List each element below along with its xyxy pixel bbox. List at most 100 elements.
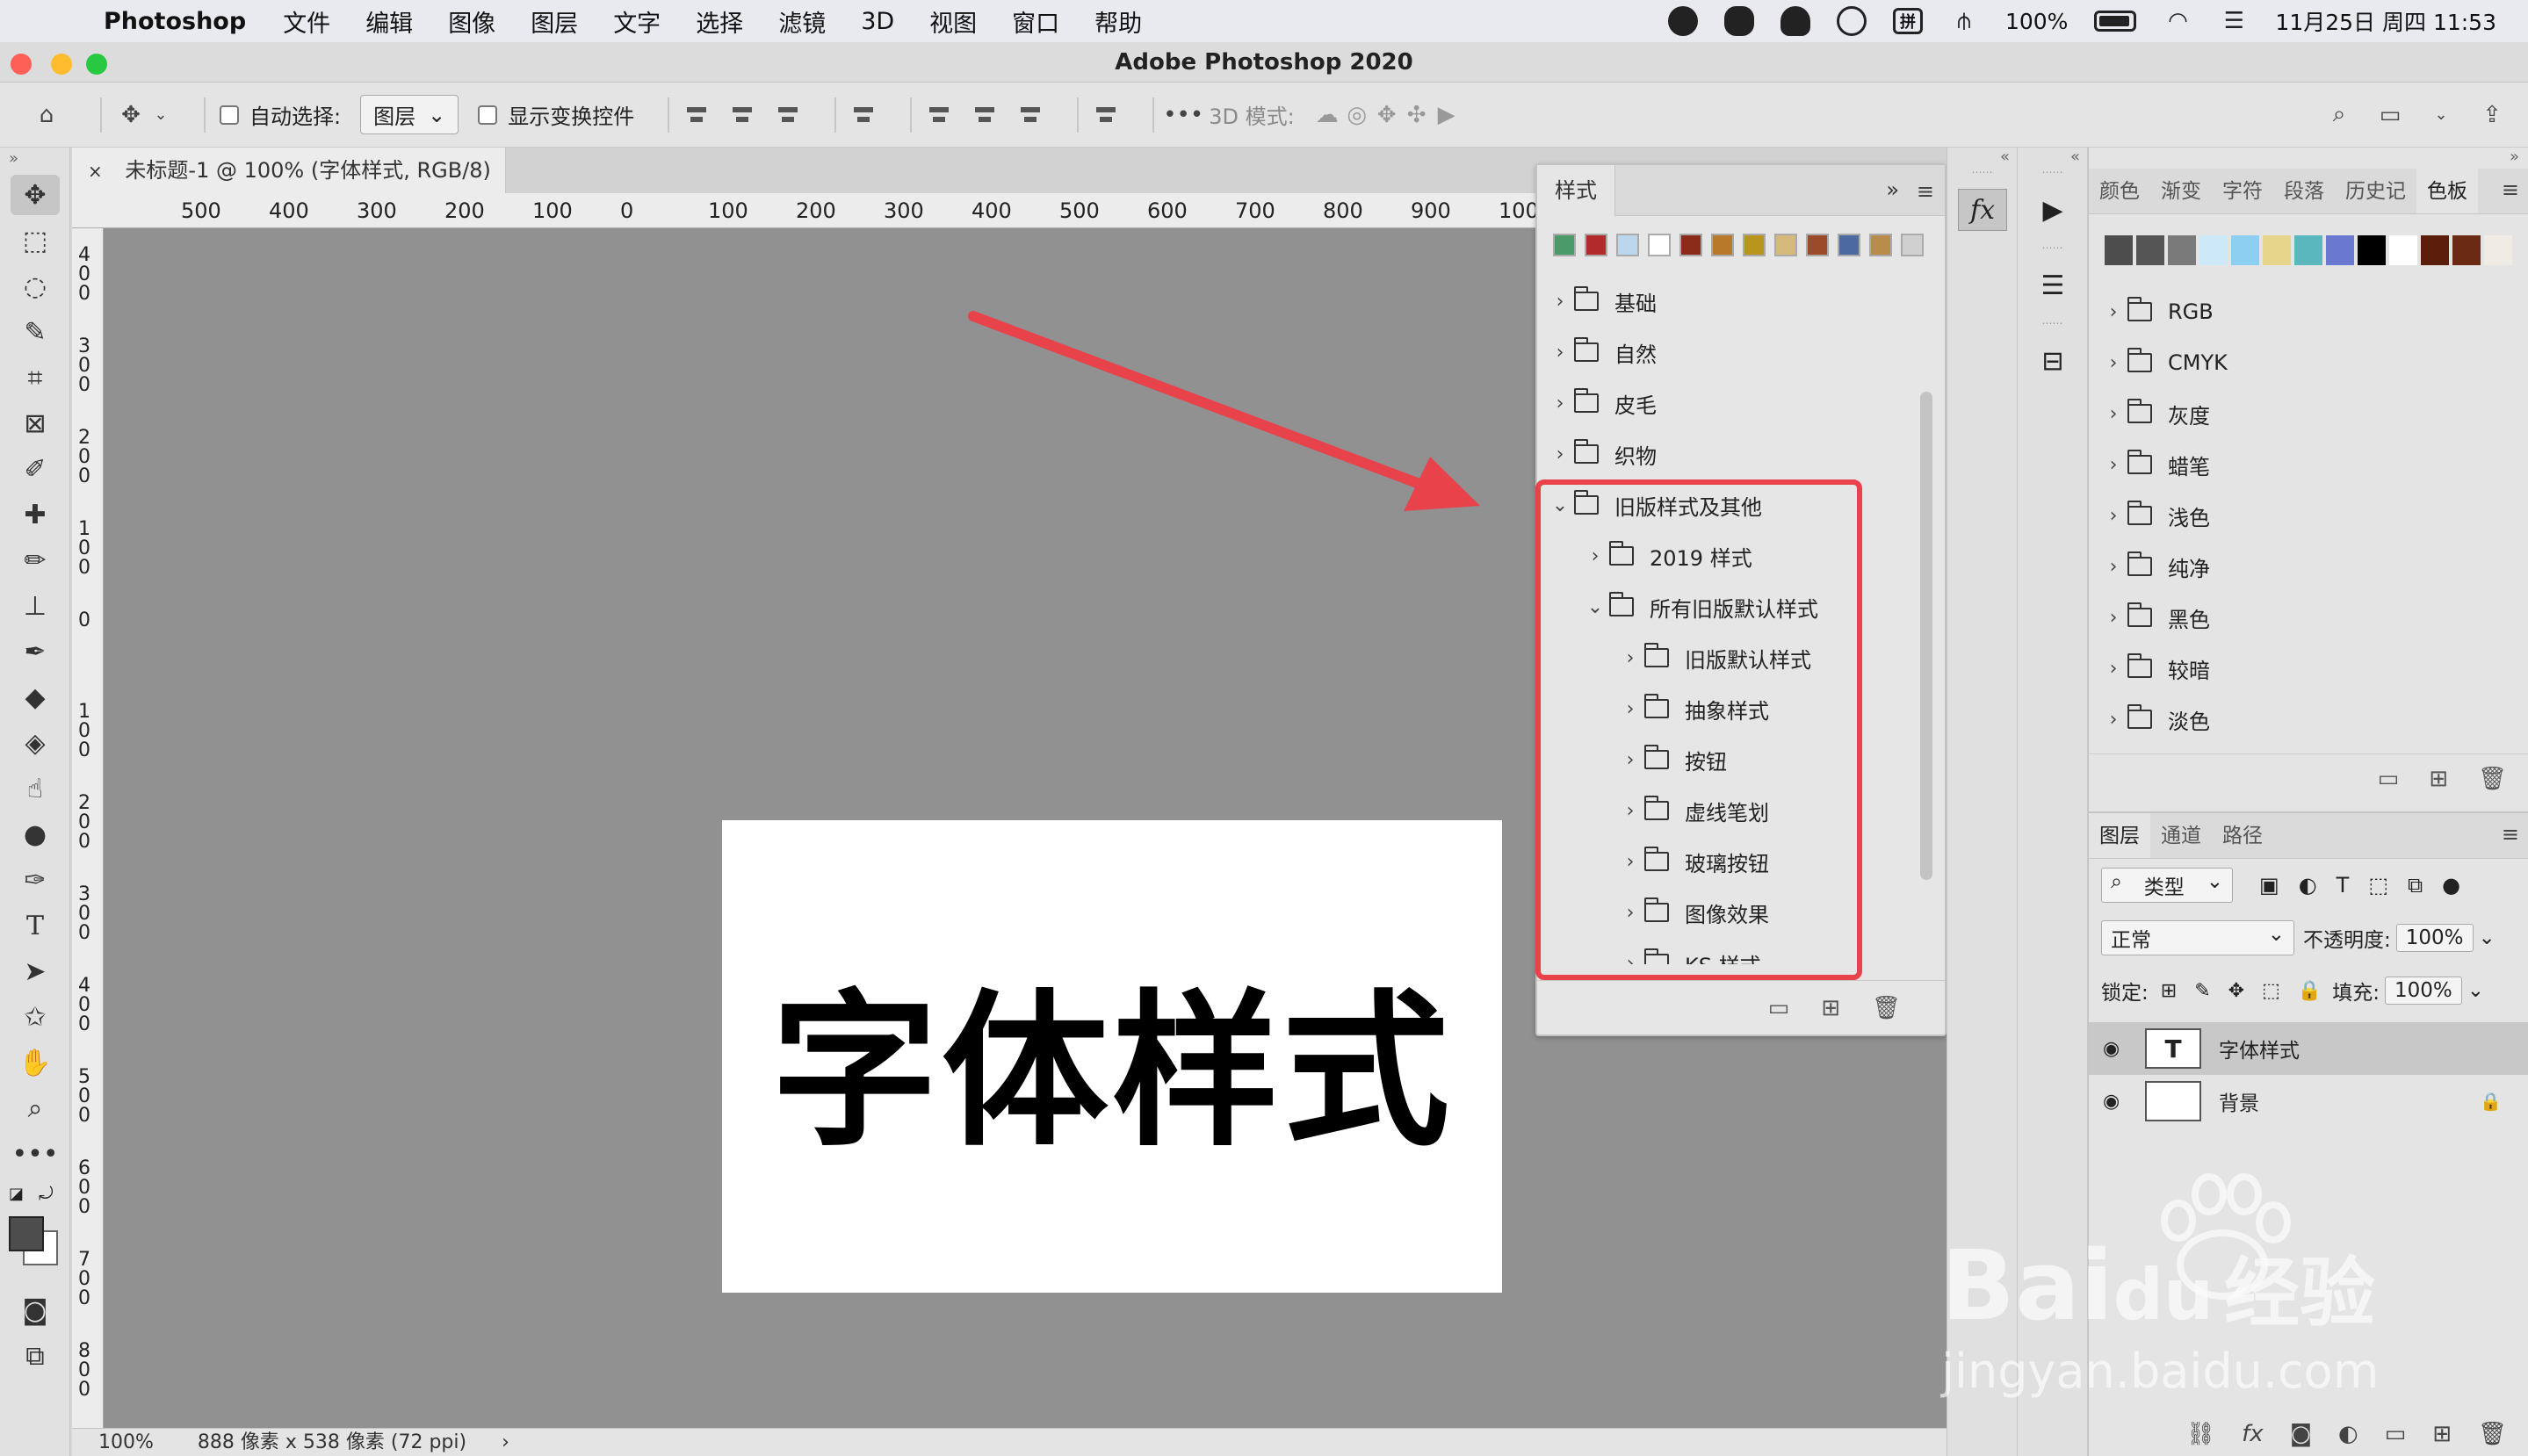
chevron-right-icon[interactable]: › bbox=[1551, 393, 1569, 414]
zoom-tool-icon[interactable]: ⌕ bbox=[11, 1088, 60, 1128]
menu-window[interactable]: 窗口 bbox=[1012, 4, 1059, 39]
style-swatch[interactable] bbox=[1806, 234, 1829, 256]
style-swatch[interactable] bbox=[1774, 234, 1797, 256]
menu-select[interactable]: 选择 bbox=[696, 4, 743, 39]
chevron-right-icon[interactable]: › bbox=[1551, 443, 1569, 465]
swatch-folder-item[interactable]: › 纯净 bbox=[2089, 541, 2528, 592]
link-layers-icon[interactable]: ⛓ bbox=[2186, 1421, 2215, 1447]
tab-styles[interactable]: 样式 bbox=[1537, 164, 1615, 216]
menu-type[interactable]: 文字 bbox=[613, 4, 661, 39]
more-options-icon[interactable]: ••• bbox=[1163, 100, 1203, 130]
swatch-folder-item[interactable]: › 灰度 bbox=[2089, 388, 2528, 439]
chevron-right-icon[interactable]: › bbox=[2105, 658, 2122, 680]
chevron-right-icon[interactable]: › bbox=[1622, 698, 1639, 720]
align-center-h-icon[interactable] bbox=[729, 102, 755, 128]
quick-select-tool-icon[interactable]: ✎ bbox=[11, 312, 60, 352]
screen-mode-icon[interactable]: ⧉ bbox=[11, 1336, 60, 1376]
style-folder-item[interactable]: › 基础 bbox=[1537, 276, 1945, 327]
tab-paths[interactable]: 路径 bbox=[2212, 813, 2273, 858]
healing-tool-icon[interactable]: ✚ bbox=[11, 494, 60, 535]
style-swatch[interactable] bbox=[1553, 234, 1576, 256]
collapse-icon[interactable]: « bbox=[1947, 148, 2017, 166]
align-bottom-icon[interactable] bbox=[1017, 102, 1044, 128]
style-swatch[interactable] bbox=[1679, 234, 1702, 256]
panel-menu-icon[interactable]: ≡ bbox=[1917, 179, 1934, 204]
home-icon[interactable]: ⌂ bbox=[32, 100, 61, 130]
panel-menu-icon[interactable]: ≡ bbox=[2502, 177, 2519, 202]
antenna-icon[interactable]: ⫛ bbox=[1949, 6, 1979, 36]
swatch-folder-item[interactable]: › RGB bbox=[2089, 286, 2528, 337]
filter-pixel-icon[interactable]: ▣ bbox=[2259, 873, 2279, 897]
color-swatch[interactable] bbox=[2389, 235, 2417, 265]
orbit-3d-icon[interactable]: ☁ bbox=[1312, 100, 1342, 130]
battery-icon[interactable] bbox=[2094, 11, 2137, 32]
chevron-right-icon[interactable]: › bbox=[2105, 709, 2122, 731]
delete-swatch-icon[interactable]: 🗑 bbox=[2478, 766, 2507, 792]
brush-settings-icon[interactable]: ☰ bbox=[2028, 264, 2077, 306]
color-swatch[interactable] bbox=[2168, 235, 2196, 265]
chevron-right-icon[interactable]: › bbox=[2105, 352, 2122, 374]
default-colors-icon[interactable]: ◪ bbox=[9, 1185, 24, 1203]
actions-play-icon[interactable]: ▶ bbox=[2028, 189, 2077, 231]
show-transform-checkbox[interactable] bbox=[478, 105, 498, 125]
menu-help[interactable]: 帮助 bbox=[1094, 4, 1142, 39]
paint-bucket-tool-icon[interactable]: ◈ bbox=[11, 723, 60, 763]
stamp-tool-icon[interactable]: ⊥ bbox=[11, 586, 60, 626]
menu-filter[interactable]: 滤镜 bbox=[778, 4, 826, 39]
filter-shape-icon[interactable]: ⬚ bbox=[2368, 873, 2388, 897]
app-menu[interactable]: Photoshop bbox=[104, 8, 246, 35]
style-swatch[interactable] bbox=[1743, 234, 1766, 256]
distribute-h-icon[interactable] bbox=[850, 102, 877, 128]
swatch-folder-item[interactable]: › 较暗 bbox=[2089, 643, 2528, 694]
tab-history[interactable]: 历史记 bbox=[2335, 169, 2416, 213]
layer-filter-dropdown[interactable]: ⌕ 类型 ⌄ bbox=[2101, 868, 2233, 903]
style-folder-item[interactable]: › KS 样式 bbox=[1537, 938, 1945, 964]
text-layer-thumbnail[interactable]: T bbox=[2145, 1028, 2201, 1069]
swatch-folder-item[interactable]: › 黑色 bbox=[2089, 592, 2528, 643]
layer-style-fx-icon[interactable]: fx bbox=[2242, 1421, 2264, 1447]
eye-visibility-icon[interactable]: ◉ bbox=[2103, 1038, 2129, 1060]
swatch-folder-item[interactable]: › 淡色 bbox=[2089, 694, 2528, 745]
menu-image[interactable]: 图像 bbox=[448, 4, 495, 39]
chevron-right-icon[interactable]: › bbox=[1622, 749, 1639, 771]
new-swatch-icon[interactable]: ⊞ bbox=[2429, 766, 2448, 792]
input-method-icon[interactable]: 拼 bbox=[1892, 8, 1923, 34]
close-tab-icon[interactable]: × bbox=[88, 161, 103, 182]
menu-layer[interactable]: 图层 bbox=[531, 4, 578, 39]
chevron-right-icon[interactable]: › bbox=[2105, 607, 2122, 629]
style-swatch[interactable] bbox=[1648, 234, 1671, 256]
chevron-right-icon[interactable]: › bbox=[1622, 647, 1639, 669]
chevron-down-icon[interactable]: ⌄ bbox=[1551, 494, 1569, 516]
foreground-color-swatch[interactable] bbox=[9, 1216, 44, 1251]
zoom-window-button[interactable] bbox=[86, 54, 107, 75]
layer-mask-icon[interactable]: ◙ bbox=[2290, 1421, 2312, 1447]
auto-select-checkbox[interactable] bbox=[220, 105, 239, 125]
chevron-right-icon[interactable]: › bbox=[2105, 301, 2122, 323]
fill-input[interactable]: 100% bbox=[2385, 977, 2462, 1005]
align-left-icon[interactable] bbox=[683, 102, 710, 128]
distribute-v-icon[interactable] bbox=[1093, 102, 1119, 128]
chevron-down-icon[interactable]: ⌄ bbox=[2426, 100, 2456, 130]
color-swatch[interactable] bbox=[2136, 235, 2164, 265]
swap-colors-icon[interactable]: ⤾ bbox=[39, 1183, 54, 1204]
expand-panel-icon[interactable]: » bbox=[1886, 177, 1899, 202]
brush-tool-icon[interactable]: ✏ bbox=[11, 540, 60, 580]
path-select-tool-icon[interactable]: ➤ bbox=[11, 951, 60, 991]
slide-3d-icon[interactable]: ✣ bbox=[1402, 100, 1432, 130]
style-folder-item[interactable]: › 2019 样式 bbox=[1537, 530, 1945, 581]
collapse-icon[interactable]: » bbox=[0, 148, 69, 169]
qq-icon[interactable] bbox=[1780, 6, 1810, 36]
control-center-icon[interactable]: ☰ bbox=[2219, 6, 2249, 36]
document-tab[interactable]: × 未标题-1 @ 100% (字体样式, RGB/8) * bbox=[72, 148, 506, 229]
search-icon[interactable]: ⌕ bbox=[2324, 100, 2354, 130]
filter-adjustment-icon[interactable]: ◐ bbox=[2299, 873, 2317, 897]
chevron-right-icon[interactable]: › bbox=[2105, 556, 2122, 578]
delete-layer-icon[interactable]: 🗑 bbox=[2478, 1421, 2507, 1447]
panel-menu-icon[interactable]: ≡ bbox=[2502, 822, 2519, 847]
chevron-right-icon[interactable]: › bbox=[1586, 545, 1604, 567]
tab-gradient[interactable]: 渐变 bbox=[2150, 169, 2212, 213]
eyedropper-tool-icon[interactable]: ✐ bbox=[11, 449, 60, 489]
style-folder-item[interactable]: › 皮毛 bbox=[1537, 378, 1945, 429]
tab-channels[interactable]: 通道 bbox=[2150, 813, 2212, 858]
style-folder-item[interactable]: › 虚线笔划 bbox=[1537, 785, 1945, 836]
